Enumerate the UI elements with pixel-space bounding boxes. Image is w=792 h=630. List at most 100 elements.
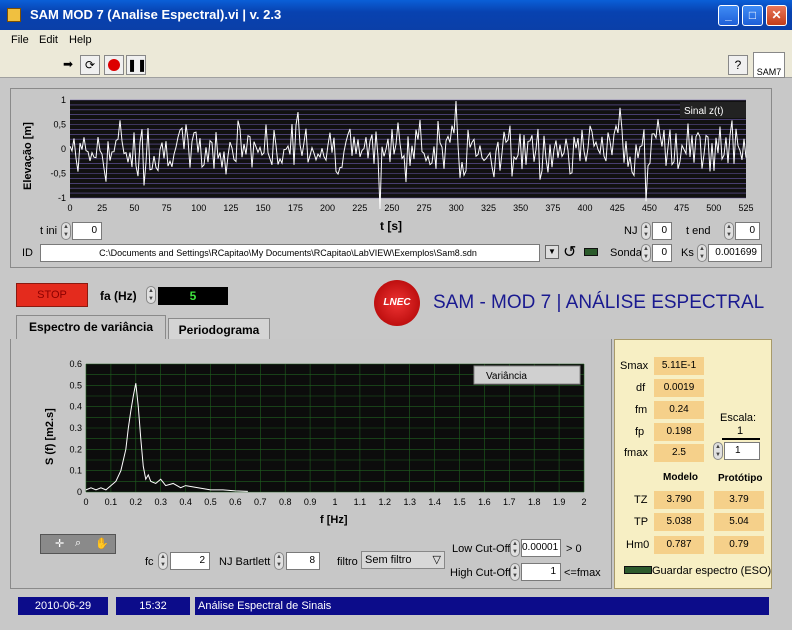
signal-xtick: 325: [481, 203, 496, 213]
pause-icon[interactable]: ❚❚: [126, 55, 147, 75]
signal-xtick: 350: [513, 203, 528, 213]
spectrum-ytick: 0.2: [69, 444, 82, 454]
path-input[interactable]: C:\Documents and Settings\RCapitao\My Do…: [40, 244, 540, 262]
spectrum-ytick: 0.1: [69, 466, 82, 476]
tp-label: TP: [634, 516, 649, 528]
signal-ytick: 1: [61, 95, 66, 105]
t-ini-input[interactable]: 0: [72, 222, 102, 240]
ks-spinner[interactable]: ▲ ▼: [697, 244, 707, 262]
spectrum-ytick: 0.5: [69, 380, 82, 390]
escala-num: 1: [737, 425, 744, 437]
run-continuous-icon[interactable]: ⟳: [80, 55, 100, 75]
t-ini-label: t ini: [40, 225, 58, 237]
vi-badge-icon: SAM7: [753, 52, 785, 78]
nj-spinner[interactable]: ▲ ▼: [641, 222, 651, 240]
nj-input[interactable]: 0: [652, 222, 672, 240]
spectrum-ylabel: S (f) [m2.s]: [44, 408, 56, 465]
low-cutoff-spinner[interactable]: ▲ ▼: [510, 539, 520, 557]
t-ini-spinner[interactable]: ▲ ▼: [61, 222, 71, 240]
smax-label: Smax: [620, 360, 649, 372]
tab-espectro[interactable]: Espectro de variância: [16, 315, 166, 339]
signal-xtick: 0: [67, 203, 72, 213]
tz-label: TZ: [634, 494, 648, 506]
low-cutoff-input[interactable]: 0.00001: [521, 539, 561, 557]
tab-periodograma[interactable]: Periodograma: [168, 318, 270, 339]
fmax-value: 2.5: [654, 444, 704, 462]
filtro-value: Sem filtro: [365, 554, 412, 566]
stop-button[interactable]: STOP: [16, 283, 88, 307]
signal-xtick: 250: [384, 203, 399, 213]
crosshair-icon[interactable]: ✛: [55, 537, 64, 550]
spectrum-ytick: 0: [77, 487, 82, 497]
title-bar: SAM MOD 7 (Analise Espectral).vi | v. 2.…: [0, 0, 792, 30]
spectrum-xtick: 1: [332, 497, 337, 507]
run-arrow-icon[interactable]: ➡: [58, 55, 78, 75]
maximize-button[interactable]: □: [742, 5, 763, 26]
high-cutoff-input[interactable]: 1: [521, 563, 561, 581]
sonda-input[interactable]: 0: [652, 244, 672, 262]
signal-ytick: -0,5: [50, 169, 66, 179]
signal-chart: 10,50-0,5-10 25 50 75 100 125 150 175 200 225 250 2…: [50, 95, 753, 213]
spectrum-ytick: 0.6: [69, 359, 82, 369]
spectrum-ytick: 0.3: [69, 423, 82, 433]
fmax-label: fmax: [624, 447, 648, 459]
signal-ytick: -1: [58, 193, 66, 203]
signal-xtick: 25: [97, 203, 107, 213]
signal-xtick: 275: [417, 203, 432, 213]
close-button[interactable]: ✕: [766, 5, 787, 26]
refresh-icon[interactable]: ↺: [563, 242, 576, 262]
sonda-spinner[interactable]: ▲ ▼: [641, 244, 651, 262]
fa-display: 5: [158, 287, 228, 305]
save-spectrum-led[interactable]: [624, 566, 652, 574]
signal-xtick: 425: [610, 203, 625, 213]
fc-spinner[interactable]: ▲ ▼: [158, 552, 168, 570]
signal-xtick: 225: [352, 203, 367, 213]
zoom-icon[interactable]: ⌕: [75, 537, 81, 550]
t-end-spinner[interactable]: ▲ ▼: [724, 222, 734, 240]
nj-label: NJ: [624, 225, 638, 237]
spectrum-xtick: 0.5: [204, 497, 217, 507]
browse-dropdown-icon[interactable]: ▼: [545, 245, 559, 259]
signal-xtick: 50: [129, 203, 139, 213]
signal-ylabel: Elevação [m]: [22, 122, 34, 190]
nj-bartlett-spinner[interactable]: ▲ ▼: [274, 552, 284, 570]
fc-label: fc: [145, 556, 154, 568]
ks-input[interactable]: 0.001699: [708, 244, 762, 262]
spectrum-xtick: 0.7: [254, 497, 267, 507]
fa-spinner[interactable]: ▲ ▼: [146, 286, 156, 304]
pan-hand-icon[interactable]: ✋: [95, 537, 109, 550]
escala-spinner[interactable]: ▲ ▼: [713, 442, 723, 460]
spectrum-xtick: 1.1: [354, 497, 367, 507]
spectrum-xtick: 0.4: [179, 497, 192, 507]
help-icon[interactable]: ?: [728, 55, 748, 75]
abort-icon[interactable]: [104, 55, 124, 75]
df-value: 0.0019: [654, 379, 704, 397]
graph-palette: ✛ ⌕ ✋: [40, 534, 116, 554]
hm0-prototipo: 0.79: [714, 536, 764, 554]
high-cutoff-spinner[interactable]: ▲ ▼: [510, 563, 520, 581]
menu-help[interactable]: Help: [69, 34, 92, 46]
led-indicator: [584, 248, 598, 256]
save-spectrum-label[interactable]: Guardar espectro (ESO): [652, 565, 771, 577]
minimize-button[interactable]: _: [718, 5, 739, 26]
spectrum-xtick: 2: [581, 497, 586, 507]
fc-input[interactable]: 2: [170, 552, 210, 570]
spectrum-xtick: 0.8: [279, 497, 292, 507]
nj-bartlett-input[interactable]: 8: [286, 552, 320, 570]
t-end-input[interactable]: 0: [735, 222, 760, 240]
spectrum-xtick: 1.5: [453, 497, 466, 507]
escala-input[interactable]: 1: [724, 442, 760, 460]
tp-prototipo: 5.04: [714, 513, 764, 531]
filtro-select[interactable]: Sem filtro ▽: [361, 551, 445, 569]
signal-xtick: 175: [288, 203, 303, 213]
signal-xtick: 525: [738, 203, 753, 213]
tp-modelo: 5.038: [654, 513, 704, 531]
high-cutoff-cond: <=fmax: [564, 567, 601, 579]
smax-value: 5.11E-1: [654, 357, 704, 375]
menu-file[interactable]: File: [11, 34, 29, 46]
low-cutoff-label: Low Cut-Off: [452, 543, 511, 555]
menu-edit[interactable]: Edit: [39, 34, 58, 46]
app-header-title: SAM - MOD 7 | ANÁLISE ESPECTRAL: [433, 292, 765, 313]
signal-xtick: 75: [162, 203, 172, 213]
signal-xtick: 500: [706, 203, 721, 213]
